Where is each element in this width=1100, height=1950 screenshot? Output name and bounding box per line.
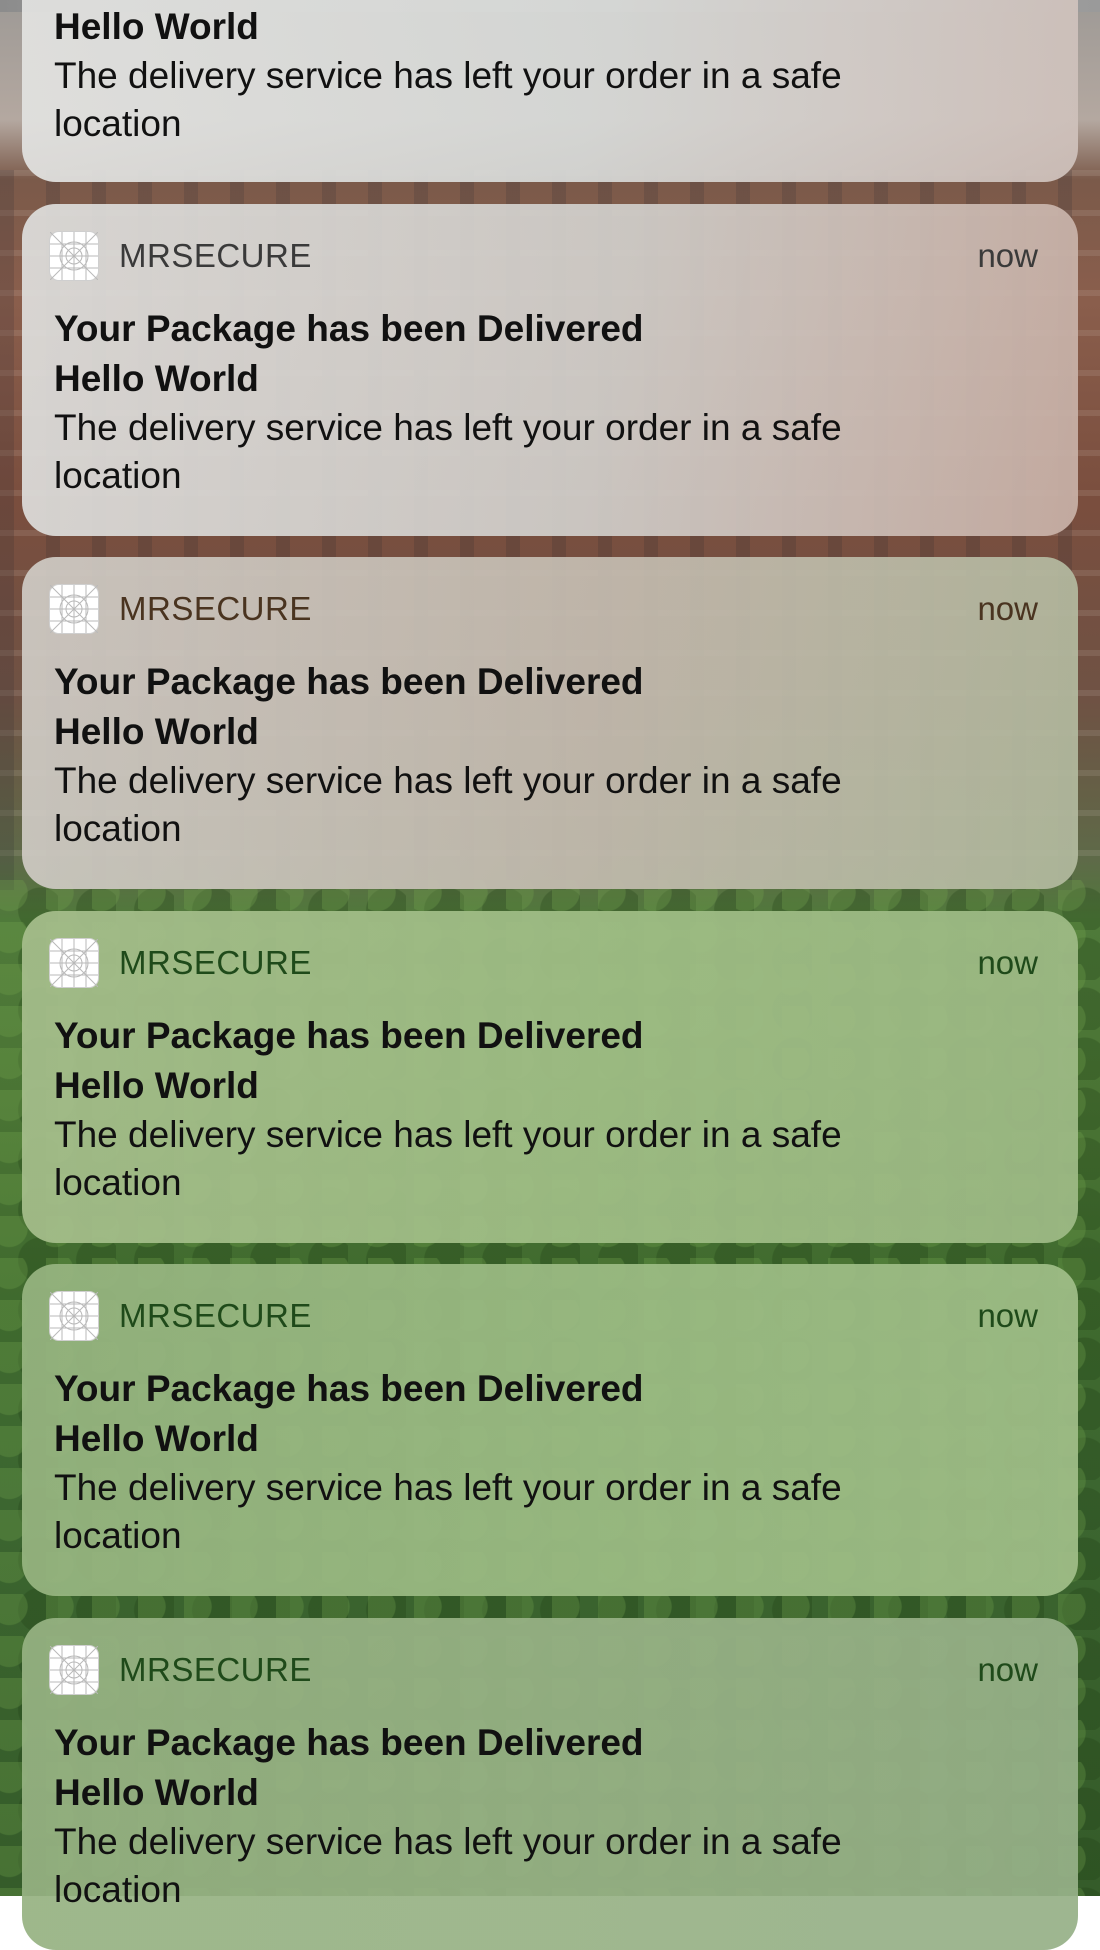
app-icon (49, 938, 99, 988)
notification-body: Your Package has been Delivered Hello Wo… (54, 1011, 1038, 1207)
notification-subtitle: Hello World (54, 6, 259, 47)
notification-subtitle: Hello World (54, 1418, 259, 1459)
notification-subtitle: Hello World (54, 358, 259, 399)
notification-body: Your Package has been Delivered Hello Wo… (54, 657, 1038, 853)
notification-subtitle: Hello World (54, 711, 259, 752)
app-name: MRSECURE (119, 1297, 312, 1334)
notification-card[interactable]: MRSECURE now Your Package has been Deliv… (22, 204, 1078, 536)
notification-message: The delivery service has left your order… (54, 55, 842, 144)
notification-header: MRSECURE now (49, 230, 1038, 282)
app-icon (49, 1645, 99, 1695)
notification-header: MRSECURE now (49, 1290, 1038, 1342)
app-name: MRSECURE (119, 944, 312, 981)
notification-title: Your Package has been Delivered (54, 1368, 644, 1409)
notification-message: The delivery service has left your order… (54, 1467, 842, 1556)
notification-message: The delivery service has left your order… (54, 760, 842, 849)
notification-time: now (977, 1297, 1038, 1334)
app-name: MRSECURE (119, 590, 312, 627)
app-name: MRSECURE (119, 1651, 312, 1688)
notification-subtitle: Hello World (54, 1772, 259, 1813)
notification-message: The delivery service has left your order… (54, 407, 842, 496)
notification-header: MRSECURE now (49, 583, 1038, 635)
notification-time: now (977, 1651, 1038, 1688)
notification-body: Your Package has been Delivered Hello Wo… (54, 1364, 1038, 1560)
notification-message: The delivery service has left your order… (54, 1821, 842, 1910)
notification-message: The delivery service has left your order… (54, 1114, 842, 1203)
notification-card[interactable]: Hello World The delivery service has lef… (22, 0, 1078, 182)
notification-title: Your Package has been Delivered (54, 1722, 644, 1763)
app-icon (49, 1291, 99, 1341)
notification-card[interactable]: MRSECURE now Your Package has been Deliv… (22, 1264, 1078, 1596)
notification-time: now (977, 944, 1038, 981)
notification-header: MRSECURE now (49, 937, 1038, 989)
notification-body: Hello World The delivery service has lef… (54, 2, 1038, 148)
notification-header: MRSECURE now (49, 1644, 1038, 1696)
notification-card[interactable]: MRSECURE now Your Package has been Deliv… (22, 1618, 1078, 1950)
app-icon (49, 231, 99, 281)
notification-time: now (977, 237, 1038, 274)
app-icon (49, 584, 99, 634)
notification-title: Your Package has been Delivered (54, 1015, 644, 1056)
notification-card[interactable]: MRSECURE now Your Package has been Deliv… (22, 911, 1078, 1243)
notification-title: Your Package has been Delivered (54, 308, 644, 349)
notification-body: Your Package has been Delivered Hello Wo… (54, 304, 1038, 500)
notification-subtitle: Hello World (54, 1065, 259, 1106)
app-name: MRSECURE (119, 237, 312, 274)
notification-title: Your Package has been Delivered (54, 661, 644, 702)
notification-card[interactable]: MRSECURE now Your Package has been Deliv… (22, 557, 1078, 889)
notification-body: Your Package has been Delivered Hello Wo… (54, 1718, 1038, 1914)
notification-time: now (977, 590, 1038, 627)
